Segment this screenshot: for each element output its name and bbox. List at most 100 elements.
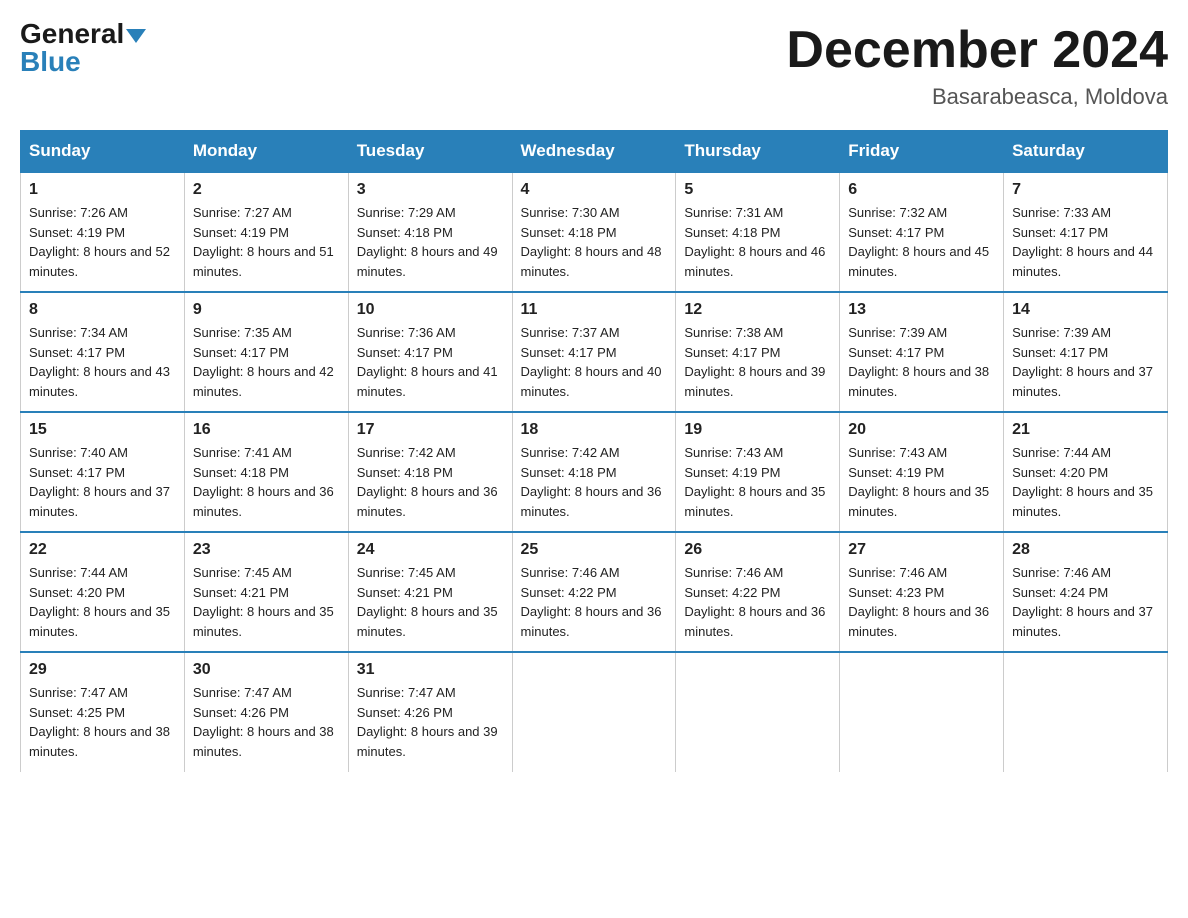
calendar-cell: 31 Sunrise: 7:47 AMSunset: 4:26 PMDaylig… bbox=[348, 652, 512, 772]
logo: General Blue bbox=[20, 20, 146, 76]
calendar-cell: 18 Sunrise: 7:42 AMSunset: 4:18 PMDaylig… bbox=[512, 412, 676, 532]
header-sunday: Sunday bbox=[21, 131, 185, 173]
day-info: Sunrise: 7:38 AMSunset: 4:17 PMDaylight:… bbox=[684, 325, 825, 399]
day-number: 13 bbox=[848, 301, 995, 319]
day-number: 24 bbox=[357, 541, 504, 559]
day-number: 31 bbox=[357, 661, 504, 679]
day-number: 23 bbox=[193, 541, 340, 559]
day-number: 4 bbox=[521, 181, 668, 199]
calendar-cell: 9 Sunrise: 7:35 AMSunset: 4:17 PMDayligh… bbox=[184, 292, 348, 412]
calendar-cell: 15 Sunrise: 7:40 AMSunset: 4:17 PMDaylig… bbox=[21, 412, 185, 532]
calendar-cell bbox=[1004, 652, 1168, 772]
day-info: Sunrise: 7:45 AMSunset: 4:21 PMDaylight:… bbox=[193, 565, 334, 639]
day-number: 20 bbox=[848, 421, 995, 439]
day-number: 12 bbox=[684, 301, 831, 319]
logo-blue-text: Blue bbox=[20, 48, 81, 76]
day-info: Sunrise: 7:34 AMSunset: 4:17 PMDaylight:… bbox=[29, 325, 170, 399]
day-number: 21 bbox=[1012, 421, 1159, 439]
calendar-cell: 29 Sunrise: 7:47 AMSunset: 4:25 PMDaylig… bbox=[21, 652, 185, 772]
day-number: 22 bbox=[29, 541, 176, 559]
day-number: 27 bbox=[848, 541, 995, 559]
day-info: Sunrise: 7:33 AMSunset: 4:17 PMDaylight:… bbox=[1012, 205, 1153, 279]
header-saturday: Saturday bbox=[1004, 131, 1168, 173]
day-number: 10 bbox=[357, 301, 504, 319]
day-number: 25 bbox=[521, 541, 668, 559]
calendar-cell: 4 Sunrise: 7:30 AMSunset: 4:18 PMDayligh… bbox=[512, 172, 676, 292]
calendar-cell: 10 Sunrise: 7:36 AMSunset: 4:17 PMDaylig… bbox=[348, 292, 512, 412]
header-wednesday: Wednesday bbox=[512, 131, 676, 173]
day-info: Sunrise: 7:31 AMSunset: 4:18 PMDaylight:… bbox=[684, 205, 825, 279]
day-info: Sunrise: 7:43 AMSunset: 4:19 PMDaylight:… bbox=[848, 445, 989, 519]
day-info: Sunrise: 7:46 AMSunset: 4:22 PMDaylight:… bbox=[521, 565, 662, 639]
calendar-cell: 1 Sunrise: 7:26 AMSunset: 4:19 PMDayligh… bbox=[21, 172, 185, 292]
calendar-week-1: 1 Sunrise: 7:26 AMSunset: 4:19 PMDayligh… bbox=[21, 172, 1168, 292]
day-number: 11 bbox=[521, 301, 668, 319]
day-number: 9 bbox=[193, 301, 340, 319]
day-info: Sunrise: 7:42 AMSunset: 4:18 PMDaylight:… bbox=[521, 445, 662, 519]
day-number: 15 bbox=[29, 421, 176, 439]
calendar-cell: 2 Sunrise: 7:27 AMSunset: 4:19 PMDayligh… bbox=[184, 172, 348, 292]
calendar-cell: 21 Sunrise: 7:44 AMSunset: 4:20 PMDaylig… bbox=[1004, 412, 1168, 532]
calendar-week-3: 15 Sunrise: 7:40 AMSunset: 4:17 PMDaylig… bbox=[21, 412, 1168, 532]
logo-blue: Blue bbox=[20, 46, 81, 77]
day-info: Sunrise: 7:26 AMSunset: 4:19 PMDaylight:… bbox=[29, 205, 170, 279]
day-info: Sunrise: 7:32 AMSunset: 4:17 PMDaylight:… bbox=[848, 205, 989, 279]
day-number: 30 bbox=[193, 661, 340, 679]
title-block: December 2024 Basarabeasca, Moldova bbox=[786, 20, 1168, 110]
calendar-cell: 20 Sunrise: 7:43 AMSunset: 4:19 PMDaylig… bbox=[840, 412, 1004, 532]
day-info: Sunrise: 7:35 AMSunset: 4:17 PMDaylight:… bbox=[193, 325, 334, 399]
day-info: Sunrise: 7:47 AMSunset: 4:26 PMDaylight:… bbox=[357, 685, 498, 759]
calendar-cell: 22 Sunrise: 7:44 AMSunset: 4:20 PMDaylig… bbox=[21, 532, 185, 652]
day-info: Sunrise: 7:39 AMSunset: 4:17 PMDaylight:… bbox=[1012, 325, 1153, 399]
header-monday: Monday bbox=[184, 131, 348, 173]
day-number: 3 bbox=[357, 181, 504, 199]
day-info: Sunrise: 7:47 AMSunset: 4:25 PMDaylight:… bbox=[29, 685, 170, 759]
day-info: Sunrise: 7:30 AMSunset: 4:18 PMDaylight:… bbox=[521, 205, 662, 279]
day-number: 8 bbox=[29, 301, 176, 319]
day-info: Sunrise: 7:29 AMSunset: 4:18 PMDaylight:… bbox=[357, 205, 498, 279]
day-number: 1 bbox=[29, 181, 176, 199]
day-info: Sunrise: 7:44 AMSunset: 4:20 PMDaylight:… bbox=[1012, 445, 1153, 519]
day-number: 5 bbox=[684, 181, 831, 199]
calendar-cell: 7 Sunrise: 7:33 AMSunset: 4:17 PMDayligh… bbox=[1004, 172, 1168, 292]
day-info: Sunrise: 7:43 AMSunset: 4:19 PMDaylight:… bbox=[684, 445, 825, 519]
calendar-cell: 13 Sunrise: 7:39 AMSunset: 4:17 PMDaylig… bbox=[840, 292, 1004, 412]
calendar-cell: 30 Sunrise: 7:47 AMSunset: 4:26 PMDaylig… bbox=[184, 652, 348, 772]
calendar-cell: 25 Sunrise: 7:46 AMSunset: 4:22 PMDaylig… bbox=[512, 532, 676, 652]
day-info: Sunrise: 7:46 AMSunset: 4:23 PMDaylight:… bbox=[848, 565, 989, 639]
day-number: 17 bbox=[357, 421, 504, 439]
day-number: 18 bbox=[521, 421, 668, 439]
day-info: Sunrise: 7:46 AMSunset: 4:24 PMDaylight:… bbox=[1012, 565, 1153, 639]
day-info: Sunrise: 7:44 AMSunset: 4:20 PMDaylight:… bbox=[29, 565, 170, 639]
calendar-cell: 6 Sunrise: 7:32 AMSunset: 4:17 PMDayligh… bbox=[840, 172, 1004, 292]
calendar-body: 1 Sunrise: 7:26 AMSunset: 4:19 PMDayligh… bbox=[21, 172, 1168, 772]
day-number: 16 bbox=[193, 421, 340, 439]
day-info: Sunrise: 7:45 AMSunset: 4:21 PMDaylight:… bbox=[357, 565, 498, 639]
header-row: Sunday Monday Tuesday Wednesday Thursday… bbox=[21, 131, 1168, 173]
page-header: General Blue December 2024 Basarabeasca,… bbox=[20, 20, 1168, 110]
main-title: December 2024 bbox=[786, 20, 1168, 80]
calendar-cell: 17 Sunrise: 7:42 AMSunset: 4:18 PMDaylig… bbox=[348, 412, 512, 532]
calendar-cell: 26 Sunrise: 7:46 AMSunset: 4:22 PMDaylig… bbox=[676, 532, 840, 652]
header-friday: Friday bbox=[840, 131, 1004, 173]
day-number: 2 bbox=[193, 181, 340, 199]
header-tuesday: Tuesday bbox=[348, 131, 512, 173]
logo-text: General bbox=[20, 20, 146, 48]
calendar-cell: 8 Sunrise: 7:34 AMSunset: 4:17 PMDayligh… bbox=[21, 292, 185, 412]
calendar-cell: 24 Sunrise: 7:45 AMSunset: 4:21 PMDaylig… bbox=[348, 532, 512, 652]
calendar-cell: 3 Sunrise: 7:29 AMSunset: 4:18 PMDayligh… bbox=[348, 172, 512, 292]
calendar-cell: 12 Sunrise: 7:38 AMSunset: 4:17 PMDaylig… bbox=[676, 292, 840, 412]
day-info: Sunrise: 7:27 AMSunset: 4:19 PMDaylight:… bbox=[193, 205, 334, 279]
day-number: 29 bbox=[29, 661, 176, 679]
calendar-week-2: 8 Sunrise: 7:34 AMSunset: 4:17 PMDayligh… bbox=[21, 292, 1168, 412]
calendar-cell: 16 Sunrise: 7:41 AMSunset: 4:18 PMDaylig… bbox=[184, 412, 348, 532]
day-info: Sunrise: 7:36 AMSunset: 4:17 PMDaylight:… bbox=[357, 325, 498, 399]
day-info: Sunrise: 7:47 AMSunset: 4:26 PMDaylight:… bbox=[193, 685, 334, 759]
calendar-cell: 14 Sunrise: 7:39 AMSunset: 4:17 PMDaylig… bbox=[1004, 292, 1168, 412]
calendar-cell: 28 Sunrise: 7:46 AMSunset: 4:24 PMDaylig… bbox=[1004, 532, 1168, 652]
logo-general: General bbox=[20, 18, 124, 49]
day-number: 7 bbox=[1012, 181, 1159, 199]
day-info: Sunrise: 7:37 AMSunset: 4:17 PMDaylight:… bbox=[521, 325, 662, 399]
calendar-cell bbox=[840, 652, 1004, 772]
day-number: 19 bbox=[684, 421, 831, 439]
